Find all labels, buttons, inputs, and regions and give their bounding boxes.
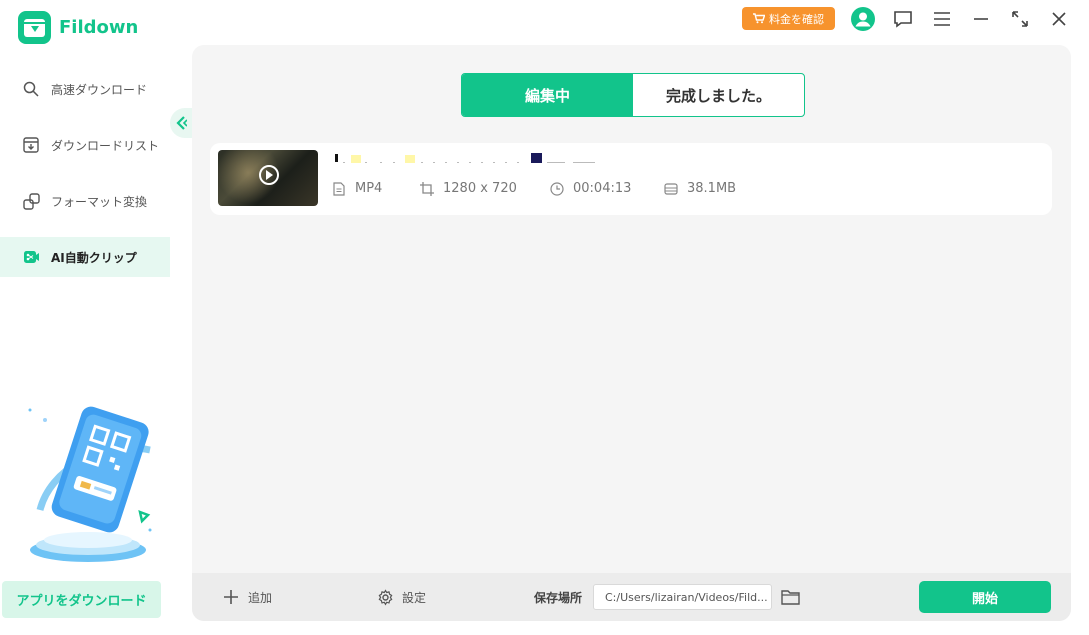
- sidebar-item-label: ダウンロードリスト: [51, 138, 160, 153]
- plus-icon: [222, 588, 240, 606]
- minimize-icon[interactable]: [969, 7, 993, 31]
- tab-completed[interactable]: 完成しました。: [633, 74, 804, 116]
- video-thumbnail[interactable]: [218, 150, 318, 206]
- sidebar-item-label: 高速ダウンロード: [51, 82, 148, 97]
- add-button[interactable]: 追加: [222, 573, 272, 621]
- sidebar-item-format-convert[interactable]: フォーマット変換: [0, 181, 170, 221]
- video-duration-value: 00:04:13: [573, 181, 632, 196]
- settings-button[interactable]: 設定: [376, 573, 426, 621]
- video-format: MP4: [332, 181, 382, 196]
- play-icon[interactable]: [259, 165, 279, 185]
- save-location-label: 保存場所: [534, 590, 583, 605]
- bottom-toolbar: 追加 設定 保存場所 C:/Users/lizairan/Videos/Fild…: [192, 573, 1071, 621]
- clock-icon: [550, 181, 564, 196]
- video-size: 38.1MB: [664, 181, 736, 196]
- app-download-button[interactable]: アプリをダウンロード: [2, 581, 161, 618]
- sidebar-item-ai-clip[interactable]: AI自動クリップ: [0, 237, 170, 277]
- video-title-placeholder: [335, 153, 595, 163]
- video-item-card[interactable]: MP4 1280 x 720 00:04:13 38.1MB: [210, 143, 1052, 215]
- app-window: Fildown 料金を確認 高速ダウンロード ダウンロードリスト フォーマット変…: [0, 0, 1089, 635]
- crop-icon: [420, 181, 434, 196]
- feedback-icon[interactable]: [891, 7, 915, 31]
- cart-icon: [753, 13, 765, 24]
- app-name: Fildown: [59, 17, 139, 38]
- menu-icon[interactable]: [930, 7, 954, 31]
- main-panel: 編集中 完成しました。 MP4 1280 x 720 00:04:13 38.1…: [192, 45, 1071, 621]
- download-list-icon: [22, 136, 40, 154]
- pricing-button[interactable]: 料金を確認: [742, 7, 835, 30]
- fullscreen-icon[interactable]: [1008, 7, 1032, 31]
- sidebar-item-label: フォーマット変換: [51, 194, 148, 209]
- video-duration: 00:04:13: [550, 181, 631, 196]
- close-icon[interactable]: [1047, 7, 1071, 31]
- user-icon[interactable]: [851, 7, 875, 31]
- video-resolution-value: 1280 x 720: [443, 181, 517, 196]
- pricing-label: 料金を確認: [769, 12, 824, 26]
- fildown-logo-icon: [18, 11, 51, 44]
- search-icon: [22, 80, 40, 98]
- start-button[interactable]: 開始: [919, 581, 1051, 613]
- chevron-left-icon: [176, 116, 187, 130]
- video-resolution: 1280 x 720: [420, 181, 517, 196]
- folder-icon[interactable]: [780, 587, 800, 607]
- settings-label: 設定: [402, 590, 427, 605]
- gear-icon: [376, 588, 394, 606]
- storage-icon: [664, 182, 678, 196]
- ai-clip-icon: [22, 248, 40, 266]
- video-size-value: 38.1MB: [687, 181, 737, 196]
- sidebar-collapse-button[interactable]: [170, 108, 192, 138]
- app-logo: Fildown: [18, 11, 138, 44]
- sidebar: 高速ダウンロード ダウンロードリスト フォーマット変換 AI自動クリップ アプリ…: [0, 60, 192, 635]
- save-path-field[interactable]: C:/Users/lizairan/Videos/Fild...: [593, 584, 772, 610]
- video-format-value: MP4: [355, 181, 383, 196]
- file-icon: [332, 181, 346, 196]
- sidebar-item-fast-download[interactable]: 高速ダウンロード: [0, 69, 170, 109]
- app-promo-illustration: [20, 400, 170, 570]
- add-label: 追加: [248, 590, 273, 605]
- sidebar-item-download-list[interactable]: ダウンロードリスト: [0, 125, 170, 165]
- tab-editing[interactable]: 編集中: [462, 74, 633, 116]
- status-tabs: 編集中 完成しました。: [461, 73, 805, 117]
- sidebar-item-label: AI自動クリップ: [51, 250, 137, 265]
- convert-icon: [22, 192, 40, 210]
